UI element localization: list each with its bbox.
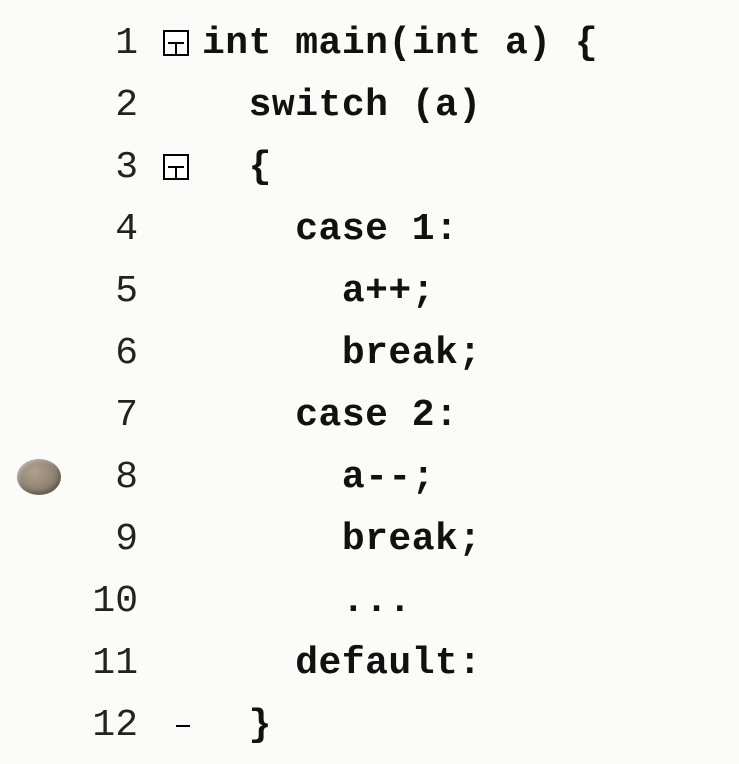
line-number: 2 [78, 84, 158, 127]
line-number: 3 [78, 146, 158, 189]
line-number: 9 [78, 518, 158, 561]
line-number: 11 [78, 642, 158, 685]
fold-guide [175, 43, 177, 56]
code-line: 2 switch (a) [0, 74, 739, 136]
fold-gutter[interactable] [158, 154, 194, 180]
code-line: 5 a++; [0, 260, 739, 322]
code-line: 7 case 2: [0, 384, 739, 446]
breakpoint-icon[interactable] [17, 459, 61, 495]
line-number: 8 [78, 456, 158, 499]
code-editor: 1 int main(int a) { 2 switch (a) 3 { 4 [0, 0, 739, 756]
code-text[interactable]: { [194, 146, 272, 189]
code-line: 9 break; [0, 508, 739, 570]
code-line: 12 } [0, 694, 739, 756]
code-text[interactable]: break; [194, 518, 482, 561]
breakpoint-gutter[interactable] [0, 459, 78, 495]
code-line: 11 default: [0, 632, 739, 694]
code-text[interactable]: a++; [194, 270, 435, 313]
code-text[interactable]: } [194, 704, 272, 747]
code-text[interactable]: a--; [194, 456, 435, 499]
fold-guide [175, 167, 177, 180]
code-text[interactable]: case 1: [194, 208, 458, 251]
line-number: 10 [78, 580, 158, 623]
code-line: 1 int main(int a) { [0, 12, 739, 74]
code-text[interactable]: default: [194, 642, 482, 685]
line-number: 6 [78, 332, 158, 375]
code-text[interactable]: break; [194, 332, 482, 375]
code-text[interactable]: ... [194, 580, 412, 623]
line-number: 12 [78, 704, 158, 747]
line-number: 4 [78, 208, 158, 251]
line-number: 1 [78, 22, 158, 65]
fold-gutter[interactable] [158, 30, 194, 56]
code-text[interactable]: int main(int a) { [194, 22, 598, 65]
fold-end-icon [176, 725, 190, 727]
code-line: 10 ... [0, 570, 739, 632]
code-text[interactable]: switch (a) [194, 84, 482, 127]
code-line: 4 case 1: [0, 198, 739, 260]
code-line: 3 { [0, 136, 739, 198]
line-number: 7 [78, 394, 158, 437]
line-number: 5 [78, 270, 158, 313]
code-line: 8 a--; [0, 446, 739, 508]
code-line: 6 break; [0, 322, 739, 384]
code-text[interactable]: case 2: [194, 394, 458, 437]
